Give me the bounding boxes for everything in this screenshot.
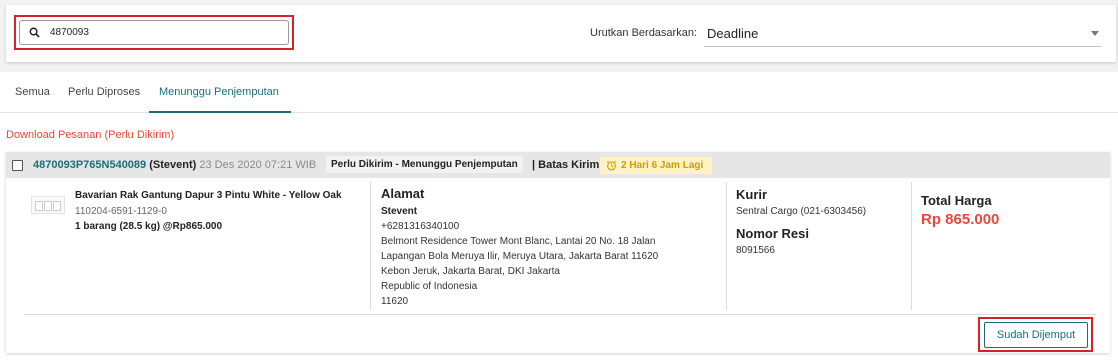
resi-value: 8091566	[736, 245, 775, 256]
recipient-phone: +6281316340100	[381, 221, 460, 232]
status-badge: Perlu Dikirim - Menunggu Penjemputan	[326, 156, 523, 173]
order-date: 23 Des 2020 07:21 WIB	[199, 159, 317, 171]
deadline-badge: 2 Hari 6 Jam Lagi	[600, 157, 712, 174]
tab-bar: Semua Perlu Diproses Menunggu Penjemputa…	[0, 72, 1118, 113]
courier-title: Kurir	[736, 187, 768, 202]
sort-value: Deadline	[707, 25, 759, 41]
search-input[interactable]	[50, 27, 250, 38]
address-postal: 11620	[381, 296, 409, 307]
invoice-link[interactable]: 4870093P765N540089	[33, 159, 146, 171]
column-divider	[911, 182, 912, 310]
address-title: Alamat	[381, 186, 425, 201]
alarm-clock-icon	[606, 160, 617, 171]
tab-semua[interactable]: Semua	[15, 86, 50, 98]
address-line-3: Kebon Jeruk, Jakarta Barat, DKI Jakarta	[381, 266, 560, 277]
column-divider	[726, 182, 727, 310]
product-sku: 110204-6591-1129-0	[75, 206, 167, 217]
chevron-down-icon	[1091, 31, 1099, 36]
column-divider	[370, 182, 371, 310]
address-line-1: Belmont Residence Tower Mont Blanc, Lant…	[381, 236, 656, 247]
product-image[interactable]	[31, 196, 65, 214]
batas-kirim-label: | Batas Kirim	[532, 159, 600, 171]
tab-perlu-diproses[interactable]: Perlu Diproses	[68, 86, 140, 98]
product-name[interactable]: Bavarian Rak Gantung Dapur 3 Pintu White…	[75, 190, 363, 201]
tab-menunggu-penjemputan[interactable]: Menunggu Penjemputan	[159, 86, 279, 98]
order-checkbox[interactable]	[12, 160, 23, 171]
total-price: Rp 865.000	[921, 211, 1000, 228]
order-header-info: 4870093P765N540089 (Stevent) 23 Des 2020…	[33, 159, 316, 171]
sort-label: Urutkan Berdasarkan:	[590, 27, 697, 39]
address-line-2: Lapangan Bola Meruya Ilir, Meruya Utara,…	[381, 251, 659, 262]
search-icon	[29, 27, 40, 38]
address-country: Republic of Indonesia	[381, 281, 478, 292]
resi-title: Nomor Resi	[736, 226, 809, 241]
sudah-dijemput-button[interactable]: Sudah Dijemput	[984, 322, 1088, 348]
search-box[interactable]	[19, 20, 289, 45]
product-quantity: 1 barang (28.5 kg) @Rp865.000	[75, 221, 223, 232]
recipient-name: Stevent	[381, 206, 418, 217]
deadline-text: 2 Hari 6 Jam Lagi	[621, 160, 704, 171]
total-title: Total Harga	[921, 193, 992, 208]
buyer-name: (Stevent)	[149, 159, 197, 171]
courier-value: Sentral Cargo (021-6303456)	[736, 206, 867, 217]
order-divider	[24, 314, 1096, 315]
sort-select[interactable]: Deadline	[704, 20, 1102, 47]
download-orders-link[interactable]: Download Pesanan (Perlu Dikirim)	[6, 129, 174, 141]
